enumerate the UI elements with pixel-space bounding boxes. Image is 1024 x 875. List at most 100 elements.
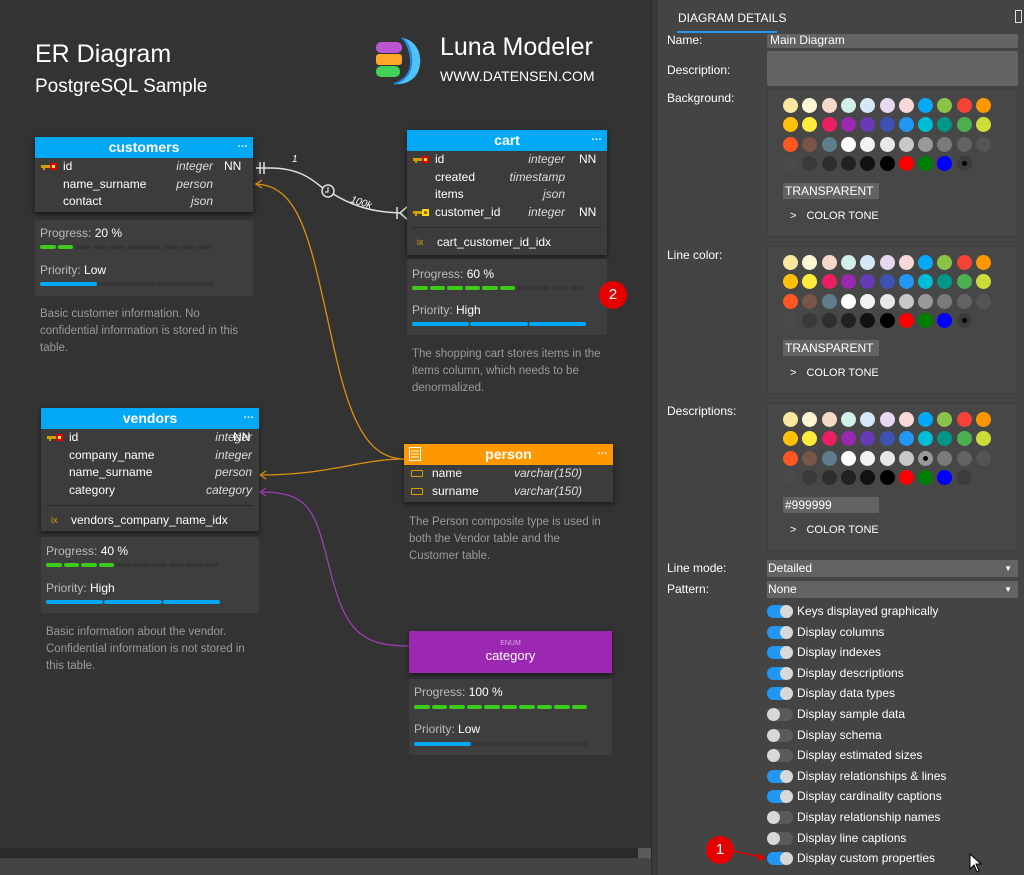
bg-swatch[interactable] [840,155,856,171]
desc-swatch[interactable] [956,412,972,427]
column-row[interactable]: id integer NN [41,429,259,447]
bg-swatch[interactable] [821,136,837,152]
line-swatch[interactable] [840,255,856,270]
bg-swatch[interactable] [860,117,876,133]
bg-swatch[interactable] [879,117,895,133]
bg-swatch[interactable] [956,117,972,133]
line-color-tone-toggle[interactable]: > COLOR TONE [790,367,879,379]
toggle-switch[interactable] [767,811,793,824]
line-swatch[interactable] [879,312,895,328]
line-swatch[interactable] [937,274,953,290]
toggle-switch[interactable] [767,790,793,804]
line-swatch[interactable] [821,312,837,328]
line-swatch[interactable] [976,274,991,290]
line-swatch[interactable] [879,274,895,290]
column-row[interactable]: created timestamp [407,169,607,187]
toggle-switch[interactable] [767,646,793,660]
bg-swatch[interactable] [918,98,934,113]
scrollbar-thumb[interactable] [638,848,651,858]
column-row[interactable]: items json [407,186,607,204]
desc-swatch[interactable] [937,469,953,485]
line-swatch[interactable] [783,293,798,309]
toggle-switch[interactable] [767,769,793,783]
bg-swatch[interactable] [898,117,914,133]
toggle-switch[interactable] [767,831,793,845]
line-swatch[interactable] [956,255,972,270]
maximize-panel-icon[interactable] [1015,10,1022,23]
bg-swatch[interactable] [879,155,895,171]
entity-category-enum[interactable]: ENUM category [409,631,612,673]
bg-swatch[interactable] [840,136,856,152]
line-swatch[interactable] [898,274,914,290]
diagram-canvas[interactable]: ER Diagram PostgreSQL Sample Luna Modele… [0,0,658,848]
entity-header[interactable]: cart… [407,130,607,151]
line-swatch[interactable] [898,312,914,328]
line-swatch[interactable] [879,255,895,270]
desc-swatch[interactable] [821,469,837,485]
line-swatch[interactable] [918,255,934,270]
line-swatch[interactable] [956,312,972,328]
desc-swatch[interactable] [956,469,972,485]
panel-splitter[interactable] [651,0,658,875]
desc-swatch[interactable] [802,469,818,485]
horizontal-scrollbar[interactable] [0,848,651,858]
line-swatch[interactable] [783,312,798,328]
desc-swatch[interactable] [821,431,837,447]
line-swatch[interactable] [976,255,991,270]
column-row[interactable]: company_name integer [41,447,259,465]
line-swatch[interactable] [976,293,991,309]
bg-swatch[interactable] [956,136,972,152]
bg-swatch[interactable] [918,136,934,152]
line-swatch[interactable] [821,274,837,290]
toggle-switch[interactable] [767,605,793,618]
column-row[interactable]: id integer NN [35,158,253,176]
entity-customers[interactable]: customers … id integer NN name_surname person… [35,137,253,212]
bg-swatch[interactable] [860,155,876,171]
desc-swatch[interactable] [821,412,837,427]
descriptions-hex-input[interactable]: #999999 [783,497,879,513]
bg-swatch[interactable] [802,155,818,171]
line-swatch[interactable] [898,293,914,309]
bg-swatch[interactable] [821,117,837,133]
line-swatch[interactable] [840,293,856,309]
toggle-switch[interactable] [767,852,793,866]
desc-swatch[interactable] [783,412,798,427]
line-color-hex-input[interactable]: TRANSPARENT [783,340,879,356]
desc-swatch[interactable] [860,412,876,427]
toggle-switch[interactable] [767,728,793,742]
bg-swatch[interactable] [840,98,856,113]
line-swatch[interactable] [860,312,876,328]
desc-swatch[interactable] [879,412,895,427]
entity-person[interactable]: person … name varchar(150) surname varcha… [404,444,613,502]
index-row[interactable]: ix cart_customer_id_idx [407,232,607,252]
entity-header[interactable]: person… [404,444,613,465]
desc-swatch[interactable] [860,469,876,485]
tab-diagram-details[interactable]: DIAGRAM DETAILS [678,11,786,25]
desc-swatch[interactable] [802,431,818,447]
line-swatch[interactable] [802,274,818,290]
bg-swatch[interactable] [937,136,953,152]
line-swatch[interactable] [918,312,934,328]
bg-swatch[interactable] [956,98,972,113]
bg-swatch[interactable] [937,117,953,133]
column-row[interactable]: customer_id integer NN [407,204,607,222]
column-row[interactable]: id integer NN [407,151,607,169]
more-icon[interactable]: … [591,127,602,148]
bg-swatch[interactable] [783,98,798,113]
bg-swatch[interactable] [821,98,837,113]
line-swatch[interactable] [937,312,953,328]
desc-swatch[interactable] [802,412,818,427]
bg-swatch[interactable] [802,117,818,133]
bg-swatch[interactable] [821,155,837,171]
toggle-switch[interactable] [767,666,793,680]
bg-swatch[interactable] [783,136,798,152]
bg-swatch[interactable] [918,155,934,171]
desc-swatch[interactable] [860,450,876,466]
desc-swatch[interactable] [879,450,895,466]
desc-swatch[interactable] [918,431,934,447]
desc-swatch[interactable] [898,450,914,466]
bg-swatch[interactable] [802,98,818,113]
bg-swatch[interactable] [937,98,953,113]
toggle-switch[interactable] [767,708,793,721]
bg-swatch[interactable] [879,136,895,152]
